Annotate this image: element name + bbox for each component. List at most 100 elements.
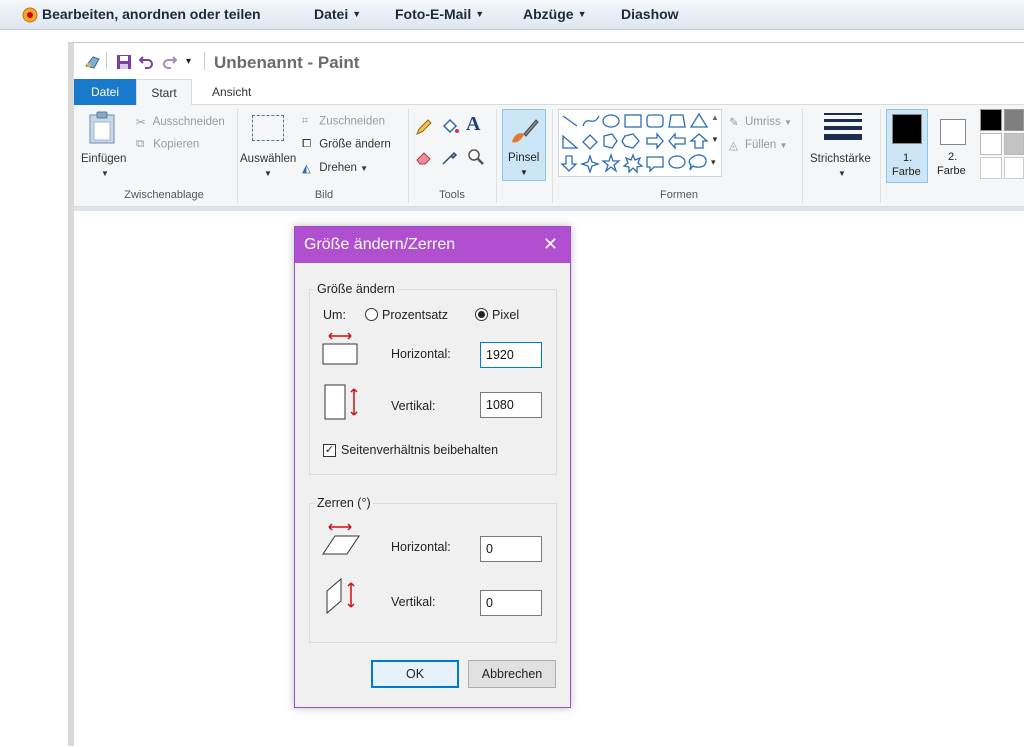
group-label-tools: Tools (439, 189, 465, 201)
resize-legend: Größe ändern (315, 282, 397, 296)
color-picker-icon[interactable] (440, 147, 460, 170)
color2-button[interactable]: 2. Farbe (932, 109, 974, 183)
percent-radio[interactable] (365, 308, 378, 321)
brush-label: Pinsel (508, 152, 540, 164)
ribbon: Einfügen ▼ ✂ Ausschneiden ⧉ Kopieren Zwi… (74, 105, 1024, 207)
skew-legend: Zerren (°) (315, 496, 373, 510)
horizontal-resize-icon (321, 331, 361, 368)
palette-color-empty[interactable] (980, 157, 1002, 179)
customize-quick-access-icon[interactable]: ▾ (186, 56, 202, 72)
palette-color-lightgray[interactable] (1004, 133, 1024, 155)
clipboard-paste-icon[interactable] (88, 111, 118, 148)
ok-button[interactable]: OK (371, 660, 459, 688)
skew-horizontal-input[interactable] (480, 536, 542, 562)
color1-num: 1. (903, 152, 913, 164)
keep-ratio-label[interactable]: Seitenverhältnis beibehalten (341, 443, 498, 457)
brush-button[interactable]: Pinsel ▼ (502, 109, 546, 181)
chevron-down-icon: ▼ (783, 118, 792, 128)
eraser-icon[interactable] (414, 147, 434, 170)
shapes-expand-icon[interactable]: ▾ (711, 157, 716, 168)
tab-view[interactable]: Ansicht (198, 79, 265, 105)
fill-icon: ◬ (729, 140, 738, 152)
vertical-resize-icon (323, 383, 363, 426)
divider (802, 109, 803, 203)
palette-color-black[interactable] (980, 109, 1002, 131)
crop-icon: ⌗ (302, 115, 309, 127)
resize-vertical-input[interactable] (480, 392, 542, 418)
menu-file[interactable]: Datei ▼ (314, 6, 361, 22)
pixel-radio[interactable] (475, 308, 488, 321)
resize-button[interactable]: ⧠ Größe ändern (302, 138, 391, 151)
pixel-label[interactable]: Pixel (492, 308, 519, 322)
shapes-gallery[interactable] (558, 109, 722, 177)
chevron-down-icon: ▼ (520, 168, 528, 177)
divider (204, 52, 205, 70)
divider (552, 109, 553, 203)
ribbon-tabs: Datei Start Ansicht (74, 79, 1024, 106)
chevron-down-icon[interactable]: ▼ (264, 169, 272, 178)
shapes-icons (560, 112, 709, 175)
host-menubar: Bearbeiten, anordnen oder teilen Datei ▼ … (0, 0, 1024, 30)
chevron-down-icon: ▼ (475, 9, 485, 19)
rotate-button[interactable]: ◭ Drehen ▼ (302, 161, 368, 175)
undo-icon[interactable] (138, 54, 154, 70)
resize-vertical-label: Vertikal: (391, 399, 436, 413)
chevron-down-icon: ▼ (360, 164, 369, 174)
fill-button[interactable]: ◬ Füllen ▼ (729, 138, 787, 152)
copy-button[interactable]: ⧉ Kopieren (136, 138, 199, 151)
tab-file[interactable]: Datei (74, 79, 136, 105)
chevron-down-icon[interactable]: ▼ (101, 169, 109, 178)
menu-edit-arrange-share[interactable]: Bearbeiten, anordnen oder teilen (42, 6, 261, 22)
palette-color-white[interactable] (980, 133, 1002, 155)
group-label-clipboard: Zwischenablage (124, 189, 204, 201)
redo-icon[interactable] (162, 54, 178, 70)
shapes-scroll-up-icon[interactable]: ▲ (711, 113, 719, 122)
divider (496, 109, 497, 203)
resize-horizontal-input[interactable] (480, 342, 542, 368)
magnifier-icon[interactable] (466, 147, 486, 170)
select-button[interactable]: Auswählen (240, 153, 296, 165)
cut-button[interactable]: ✂ Ausschneiden (136, 115, 225, 129)
skew-vertical-input[interactable] (480, 590, 542, 616)
color1-swatch (892, 114, 922, 144)
color1-label: Farbe (892, 166, 921, 178)
skew-vertical-label: Vertikal: (391, 595, 436, 609)
menu-photo-email[interactable]: Foto-E-Mail ▼ (395, 6, 484, 22)
keep-ratio-checkbox[interactable]: ✓ (323, 444, 336, 457)
palette-color-empty[interactable] (1004, 157, 1024, 179)
menu-slideshow[interactable]: Diashow (621, 6, 679, 22)
scissors-icon: ✂ (136, 117, 146, 129)
vertical-skew-icon (325, 577, 365, 620)
fill-bucket-icon[interactable] (440, 117, 460, 140)
menu-prints[interactable]: Abzüge ▼ (523, 6, 586, 22)
color1-button[interactable]: 1. Farbe (886, 109, 928, 183)
group-label-shapes: Formen (660, 189, 698, 201)
outline-icon: ✎ (729, 117, 739, 129)
save-icon[interactable] (116, 54, 132, 70)
resize-horizontal-label: Horizontal: (391, 347, 451, 361)
chevron-down-icon[interactable]: ▼ (838, 169, 846, 178)
cancel-button[interactable]: Abbrechen (468, 660, 556, 688)
chevron-down-icon: ▼ (779, 141, 788, 151)
divider (237, 109, 238, 203)
title-bar: ▾ Unbenannt - Paint (74, 43, 1024, 79)
copy-icon: ⧉ (136, 138, 145, 150)
shapes-scroll-down-icon[interactable]: ▼ (711, 135, 719, 144)
pencil-icon[interactable] (414, 117, 434, 140)
resize-skew-dialog: Größe ändern/Zerren ✕ Größe ändern Um: P… (294, 226, 571, 708)
color2-label: Farbe (937, 165, 966, 177)
stroke-width-icon[interactable] (824, 113, 862, 140)
palette-color-gray[interactable] (1004, 109, 1024, 131)
crop-button[interactable]: ⌗ Zuschneiden (302, 115, 385, 128)
outline-button[interactable]: ✎ Umriss ▼ (729, 115, 792, 129)
dialog-title-bar: Größe ändern/Zerren ✕ (295, 227, 570, 263)
tab-start[interactable]: Start (136, 79, 192, 106)
text-tool-icon[interactable]: A (466, 113, 480, 136)
select-rectangle-icon[interactable] (252, 115, 284, 141)
stroke-width-button[interactable]: Strichstärke (810, 153, 871, 165)
paste-button[interactable]: Einfügen (81, 153, 126, 165)
rotate-icon: ◭ (302, 163, 311, 175)
group-label-image: Bild (314, 189, 334, 201)
close-icon[interactable]: ✕ (543, 234, 558, 255)
percent-label[interactable]: Prozentsatz (382, 308, 448, 322)
